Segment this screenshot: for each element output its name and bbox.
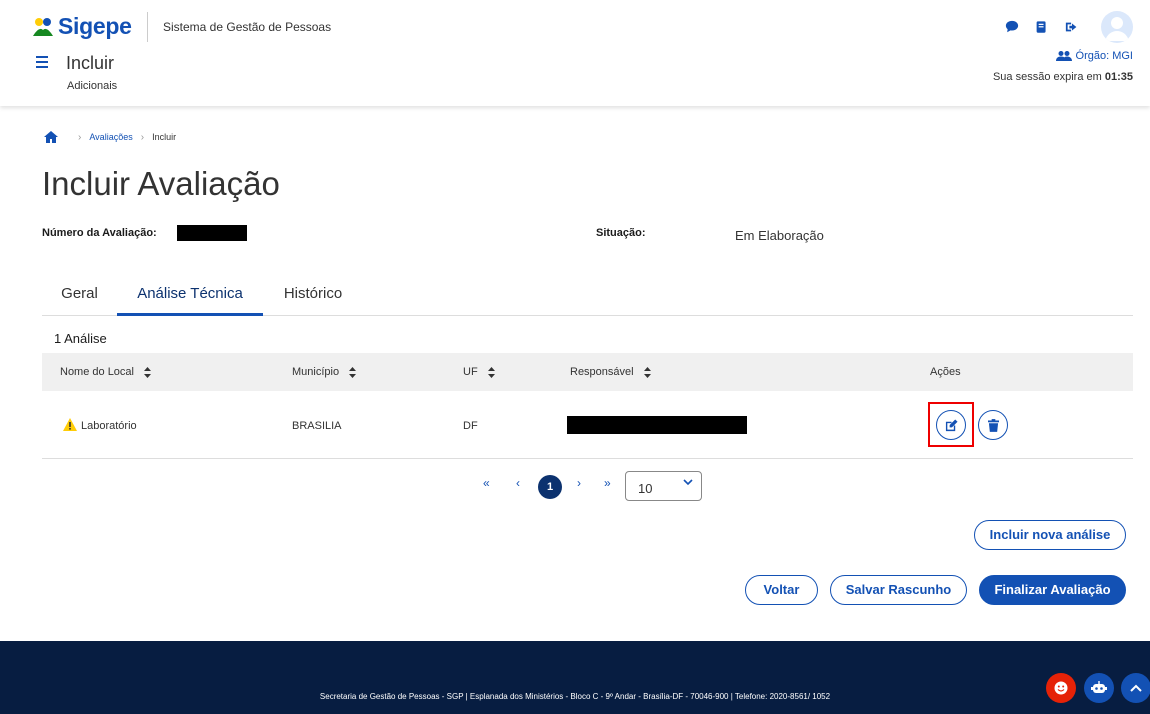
- cell-municipio: BRASILIA: [292, 420, 342, 432]
- salvar-rascunho-button[interactable]: Salvar Rascunho: [830, 575, 967, 605]
- header-page-title: Incluir: [66, 53, 115, 73]
- book-icon[interactable]: [1035, 20, 1051, 36]
- trash-icon: [987, 418, 999, 432]
- breadcrumb-item-avaliacoes[interactable]: Avaliações: [89, 132, 132, 142]
- footer: Secretaria de Gestão de Pessoas - SGP | …: [0, 641, 1150, 714]
- header-page-subtitle: Adicionais: [67, 80, 118, 92]
- prev-page-button[interactable]: ‹: [516, 476, 520, 490]
- chevron-down-icon: [683, 479, 693, 486]
- session-prefix: Sua sessão expira em: [992, 71, 1105, 83]
- feedback-button[interactable]: [1046, 673, 1076, 703]
- situacao-value: Em Elaboração: [735, 228, 824, 243]
- tab-analise-tecnica[interactable]: Análise Técnica: [117, 278, 263, 316]
- column-header-label: Ações: [930, 366, 961, 378]
- system-name: Sistema de Gestão de Pessoas: [163, 20, 332, 34]
- edit-icon: [945, 418, 958, 431]
- sort-icon[interactable]: [144, 366, 151, 378]
- robot-icon: [1091, 681, 1107, 693]
- tab-geral[interactable]: Geral: [42, 278, 117, 316]
- last-page-button[interactable]: »: [604, 476, 611, 490]
- warning-icon: [63, 418, 77, 431]
- chatbot-button[interactable]: [1084, 673, 1114, 703]
- cell-responsavel-redacted: [567, 416, 747, 434]
- people-logo-icon: [33, 17, 53, 36]
- orgao-label: Órgão: MGI: [1075, 50, 1133, 62]
- footer-text: Secretaria de Gestão de Pessoas - SGP | …: [319, 692, 831, 701]
- app-header: Sigepe Sistema de Gestão de Pessoas Incl…: [0, 0, 1150, 106]
- chevron-right-icon: ›: [140, 131, 145, 143]
- smiley-icon: [1054, 681, 1068, 695]
- tab-bar: Geral Análise Técnica Histórico: [42, 278, 1133, 316]
- chevron-up-icon: [1130, 684, 1142, 692]
- chevron-right-icon: ›: [78, 131, 82, 143]
- orgao-link[interactable]: Órgão: MGI: [1055, 50, 1133, 62]
- cell-uf: DF: [463, 420, 478, 432]
- results-count: 1 Análise: [54, 331, 107, 346]
- home-icon[interactable]: [44, 131, 58, 143]
- page-size-value: 10: [638, 481, 653, 496]
- scroll-top-button[interactable]: [1121, 673, 1150, 703]
- chat-icon[interactable]: [1005, 20, 1021, 36]
- table-row: Laboratório BRASILIA DF: [42, 391, 1133, 459]
- next-page-button[interactable]: ›: [577, 476, 581, 490]
- session-timer: Sua sessão expira em 01:35: [993, 71, 1133, 83]
- logo-text: Sigepe: [58, 13, 132, 39]
- breadcrumb: › Avaliações › Incluir: [44, 131, 176, 143]
- column-header-nome-local[interactable]: Nome do Local: [60, 366, 151, 378]
- table-header: Nome do Local Município UF Responsável A…: [42, 353, 1133, 391]
- voltar-button[interactable]: Voltar: [745, 575, 818, 605]
- column-header-responsavel[interactable]: Responsável: [570, 366, 651, 378]
- avatar[interactable]: [1101, 11, 1133, 43]
- column-header-label: Responsável: [570, 366, 634, 378]
- column-header-label: Nome do Local: [60, 366, 134, 378]
- first-page-button[interactable]: «: [483, 476, 490, 490]
- incluir-nova-analise-button[interactable]: Incluir nova análise: [974, 520, 1126, 550]
- column-header-acoes: Ações: [930, 366, 961, 378]
- header-divider: [147, 12, 148, 42]
- situacao-label: Situação:: [596, 227, 646, 239]
- tab-historico[interactable]: Histórico: [263, 278, 363, 316]
- hamburger-menu-icon[interactable]: [36, 56, 48, 68]
- sigepe-logo[interactable]: Sigepe: [32, 13, 132, 40]
- logout-icon[interactable]: [1065, 20, 1081, 36]
- edit-button[interactable]: [936, 410, 966, 440]
- numero-label: Número da Avaliação:: [42, 227, 157, 239]
- column-header-municipio[interactable]: Município: [292, 366, 357, 378]
- page-size-select[interactable]: 10: [625, 471, 702, 501]
- numero-value-redacted: [177, 225, 247, 241]
- users-icon: [1055, 51, 1072, 61]
- cell-nome-local: Laboratório: [81, 420, 137, 432]
- page-title: Incluir Avaliação: [42, 165, 280, 202]
- sort-icon[interactable]: [487, 366, 495, 378]
- column-header-uf[interactable]: UF: [463, 366, 495, 378]
- session-time: 01:35: [1104, 71, 1133, 83]
- breadcrumb-item-current: Incluir: [152, 132, 177, 142]
- sort-icon[interactable]: [643, 366, 651, 378]
- finalizar-avaliacao-button[interactable]: Finalizar Avaliação: [979, 575, 1126, 605]
- current-page-button[interactable]: 1: [538, 475, 562, 499]
- column-header-label: Município: [292, 366, 340, 378]
- delete-button[interactable]: [978, 410, 1008, 440]
- column-header-label: UF: [463, 366, 478, 378]
- sort-icon[interactable]: [349, 366, 357, 378]
